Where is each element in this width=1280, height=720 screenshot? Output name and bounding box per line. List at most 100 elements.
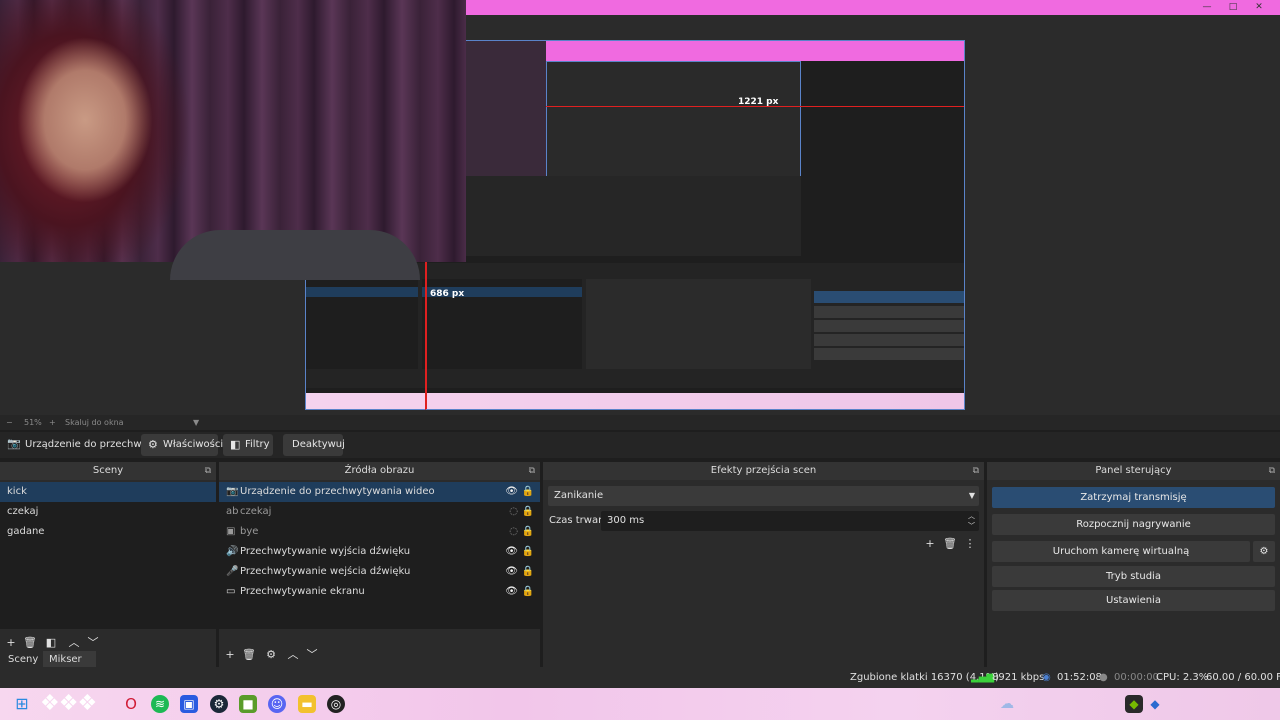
discord-icon[interactable]: ☺	[268, 695, 286, 713]
controls-dock-header: Panel sterujący ⧉	[987, 462, 1280, 480]
cloud-icon[interactable]: ☁	[998, 695, 1016, 713]
move-down-icon[interactable]: ﹀	[303, 645, 321, 665]
record-icon: ●	[1099, 672, 1108, 683]
sources-dock: Źródła obrazu ⧉ 📷 Urządzenie do przechwyty…	[219, 462, 540, 667]
microphone-icon: 🎤	[226, 566, 239, 577]
source-item[interactable]: ▭ Przechwytywanie ekranu 👁 🔒	[219, 582, 540, 602]
stop-stream-button[interactable]: Zatrzymaj transmisję	[992, 487, 1275, 508]
measure-extension-line	[425, 262, 426, 410]
monitor-icon: ▭	[226, 586, 236, 597]
undock-icon[interactable]: ⧉	[973, 462, 979, 480]
undock-icon[interactable]: ⧉	[529, 462, 535, 480]
scene-item-gadane[interactable]: gadane	[0, 522, 216, 542]
measure-width-label: 1221 px	[738, 97, 779, 107]
start-recording-button[interactable]: Rozpocznij nagrywanie	[992, 514, 1275, 535]
stream-time: 01:52:08	[1057, 672, 1102, 683]
lock-icon[interactable]: 🔒	[522, 502, 534, 522]
transition-select[interactable]: Zanikanie ▼	[548, 486, 979, 506]
add-scene-icon[interactable]: +	[2, 633, 20, 653]
minimize-button[interactable]: —	[1194, 0, 1220, 15]
source-item[interactable]: 🎤 Przechwytywanie wejścia dźwięku 👁 🔒	[219, 562, 540, 582]
remove-transition-icon[interactable]: 🗑	[941, 534, 959, 554]
duration-input[interactable]: 300 ms ︿ ﹀	[601, 511, 979, 531]
lock-icon[interactable]: 🔒	[522, 482, 534, 502]
scene-filters-icon[interactable]: ◧	[42, 633, 60, 653]
text-icon: ab	[226, 506, 239, 517]
filters-button[interactable]: ◧ Filtry	[223, 434, 273, 456]
add-transition-icon[interactable]: +	[921, 534, 939, 554]
more-options-icon[interactable]: ⋮	[961, 534, 979, 554]
nested-titlebar	[546, 41, 964, 61]
eye-icon[interactable]: 👁	[505, 582, 518, 602]
files-icon[interactable]: ▬	[298, 695, 316, 713]
network-icon[interactable]: ◆	[1146, 695, 1164, 713]
eye-hidden-icon[interactable]: ◌	[509, 502, 518, 522]
scale-dropdown-icon[interactable]: ▼	[193, 415, 199, 430]
remove-scene-icon[interactable]: 🗑	[21, 633, 39, 653]
studio-mode-button[interactable]: Tryb studia	[992, 566, 1275, 587]
settings-button[interactable]: Ustawienia	[992, 590, 1275, 611]
scale-mode-label[interactable]: Skaluj do okna	[65, 415, 124, 430]
nested-obs-ui	[306, 263, 964, 388]
start-virtual-camera-button[interactable]: Uruchom kamerę wirtualną	[992, 541, 1250, 562]
scenes-dock: Sceny ⧉ kick czekaj gadane + 🗑 ◧ ︿ ﹀ Scen…	[0, 462, 216, 683]
transitions-dock-header: Efekty przejścia scen ⧉	[543, 462, 984, 480]
eye-icon[interactable]: 👁	[505, 482, 518, 502]
signal-icon: ▂▄▆	[971, 672, 995, 683]
remove-source-icon[interactable]: 🗑	[240, 645, 258, 665]
status-bar: Zgubione klatki 16370 (4.1%) ▂▄▆ 8921 kb…	[0, 667, 1280, 688]
preview-scale-bar: − 51% + Skaluj do okna ▼	[0, 415, 1280, 430]
scenes-toolbar: + 🗑 ◧ ︿ ﹀	[0, 633, 216, 653]
scene-item-kick[interactable]: kick	[0, 482, 216, 502]
eye-icon[interactable]: 👁	[505, 562, 518, 582]
steam-icon[interactable]: ⚙	[210, 695, 228, 713]
move-up-icon[interactable]: ︿	[284, 645, 302, 665]
add-source-icon[interactable]: +	[221, 645, 239, 665]
eye-icon[interactable]: 👁	[505, 542, 518, 562]
scenes-dock-header: Sceny ⧉	[0, 462, 216, 480]
source-properties-icon[interactable]: ⚙	[262, 645, 280, 665]
nested-taskbar	[306, 393, 964, 409]
filter-icon: ◧	[230, 438, 241, 451]
fps: 60.00 / 60.00 FPS	[1206, 672, 1280, 683]
spotify-icon[interactable]: ≋	[151, 695, 169, 713]
windows-start-icon[interactable]: ⊞	[13, 695, 31, 713]
minecraft-icon[interactable]: ■	[239, 695, 257, 713]
transitions-dock: Efekty przejścia scen ⧉ Zanikanie ▼ Czas t…	[543, 462, 984, 667]
app-icon[interactable]: ▣	[180, 695, 198, 713]
eye-hidden-icon[interactable]: ◌	[509, 522, 518, 542]
zoom-out-button[interactable]: −	[6, 415, 13, 430]
source-item[interactable]: 🔊 Przechwytywanie wyjścia dźwięku 👁 🔒	[219, 542, 540, 562]
deactivate-button[interactable]: Deaktywuj	[283, 434, 345, 456]
webcam-shoulder	[170, 230, 420, 280]
properties-button[interactable]: ⚙ Właściwości	[141, 434, 223, 456]
lock-icon[interactable]: 🔒	[522, 542, 534, 562]
virtual-camera-settings-button[interactable]: ⚙	[1253, 541, 1275, 562]
source-toolbar: 📷 Urządzenie do przechwyty ⚙ Właściwości …	[0, 432, 1280, 458]
maximize-button[interactable]: □	[1220, 0, 1246, 15]
taskbar-wallpaper-text: ❖❖❖	[40, 691, 97, 716]
gear-icon: ⚙	[1259, 546, 1269, 557]
lock-icon[interactable]: 🔒	[522, 582, 534, 602]
selected-source-label: Urządzenie do przechwyty	[25, 439, 158, 450]
move-up-icon[interactable]: ︿	[65, 633, 83, 653]
zoom-in-button[interactable]: +	[49, 415, 56, 430]
nvidia-icon[interactable]: ◆	[1125, 695, 1143, 713]
spin-arrows-icon[interactable]: ︿ ﹀	[968, 511, 975, 531]
chevron-down-icon: ▼	[968, 491, 975, 500]
source-item[interactable]: ab czekaj ◌ 🔒	[219, 502, 540, 522]
record-time: 00:00:00	[1114, 672, 1159, 683]
scene-item-czekaj[interactable]: czekaj	[0, 502, 216, 522]
undock-icon[interactable]: ⧉	[205, 462, 211, 480]
move-down-icon[interactable]: ﹀	[84, 633, 102, 653]
stream-icon: ◉	[1042, 672, 1051, 683]
lock-icon[interactable]: 🔒	[522, 522, 534, 542]
opera-icon[interactable]: O	[122, 695, 140, 713]
close-button[interactable]: ✕	[1246, 0, 1272, 15]
undock-icon[interactable]: ⧉	[1269, 462, 1275, 480]
obs-icon[interactable]: ◎	[327, 695, 345, 713]
source-item[interactable]: 📷 Urządzenie do przechwytywania wideo 👁 🔒	[219, 482, 540, 502]
source-item[interactable]: ▣ bye ◌ 🔒	[219, 522, 540, 542]
lock-icon[interactable]: 🔒	[522, 562, 534, 582]
controls-dock: Panel sterujący ⧉ Zatrzymaj transmisję Ro…	[987, 462, 1280, 667]
